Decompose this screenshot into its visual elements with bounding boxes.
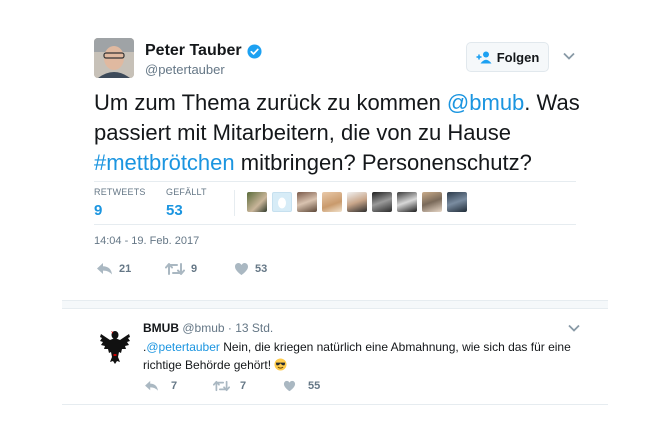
liker-avatar[interactable] [397, 192, 417, 212]
tweet-text-part: mitbringen? Personenschutz? [234, 150, 532, 175]
reply-button[interactable]: 21 [96, 262, 131, 276]
reply-header: BMUB @bmub · 13 Std. [143, 321, 273, 335]
retweet-button[interactable]: 9 [165, 262, 197, 276]
liker-avatar[interactable] [447, 192, 467, 212]
liker-avatar[interactable] [247, 192, 267, 212]
liker-avatar[interactable] [322, 192, 342, 212]
reply-author-name[interactable]: BMUB [143, 321, 179, 335]
reply-icon [97, 263, 112, 275]
chevron-down-icon[interactable] [562, 49, 576, 63]
tweet-card: Peter Tauber @petertauber Folgen Um zum … [62, 0, 608, 425]
heart-icon [235, 263, 248, 275]
sunglasses-emoji-icon [274, 358, 287, 371]
reply-author-handle[interactable]: @bmub [182, 321, 224, 335]
divider [62, 404, 608, 405]
author-name-row: Peter Tauber [145, 42, 262, 60]
hashtag-link[interactable]: #mettbrötchen [94, 150, 235, 175]
retweets-stat-label: RETWEETS [94, 187, 146, 197]
likers-avatars [247, 192, 467, 212]
verified-badge-icon [247, 43, 262, 59]
reply-reply-count: 7 [171, 380, 178, 392]
author-avatar[interactable] [94, 38, 134, 78]
stat-separator [234, 190, 235, 216]
tweet-text: Um zum Thema zurück zu kommen @bmub. Was… [94, 88, 584, 178]
federal-eagle-avatar[interactable] [98, 326, 132, 366]
tweet-timestamp[interactable]: 14:04 - 19. Feb. 2017 [94, 235, 199, 247]
retweets-stat[interactable]: RETWEETS 9 [94, 187, 146, 219]
reply-reply-button[interactable]: 7 [144, 380, 177, 392]
follow-label: Folgen [496, 49, 540, 65]
reply-dot: · [227, 321, 232, 335]
likes-stat-label: GEFÄLLT [166, 187, 207, 197]
reply-icon [145, 380, 158, 391]
likes-stat[interactable]: GEFÄLLT 53 [166, 187, 207, 219]
likes-stat-value: 53 [166, 202, 183, 219]
retweets-stat-value: 9 [94, 202, 103, 219]
divider [94, 224, 576, 225]
like-count: 53 [255, 263, 268, 275]
conversation-separator [62, 300, 608, 309]
retweet-icon [213, 380, 230, 392]
reply-retweet-button[interactable]: 7 [213, 380, 246, 392]
liker-avatar[interactable] [272, 192, 292, 212]
reply-mention-link[interactable]: @petertauber [146, 340, 220, 354]
retweet-count: 9 [191, 263, 198, 275]
follow-button[interactable]: Folgen [466, 42, 549, 72]
liker-avatar[interactable] [372, 192, 392, 212]
reply-like-button[interactable]: 55 [283, 380, 320, 392]
tweet-text-part: Um zum Thema zurück zu kommen [94, 90, 447, 115]
divider [94, 181, 576, 182]
author-name[interactable]: Peter Tauber [145, 42, 242, 60]
like-button[interactable]: 53 [234, 262, 267, 276]
mention-link[interactable]: @bmub [447, 90, 524, 115]
follow-user-icon [476, 51, 492, 63]
retweet-icon [165, 263, 185, 275]
reply-like-count: 55 [308, 380, 321, 392]
author-handle[interactable]: @petertauber [145, 62, 225, 77]
reply-age[interactable]: 13 Std. [235, 321, 273, 335]
liker-avatar[interactable] [422, 192, 442, 212]
liker-avatar[interactable] [347, 192, 367, 212]
reply-retweet-count: 7 [240, 380, 247, 392]
reply-text: .@petertauber Nein, die kriegen natürlic… [143, 338, 573, 374]
chevron-down-icon[interactable] [567, 321, 581, 335]
liker-avatar[interactable] [297, 192, 317, 212]
reply-count: 21 [119, 263, 132, 275]
heart-icon [283, 380, 296, 392]
